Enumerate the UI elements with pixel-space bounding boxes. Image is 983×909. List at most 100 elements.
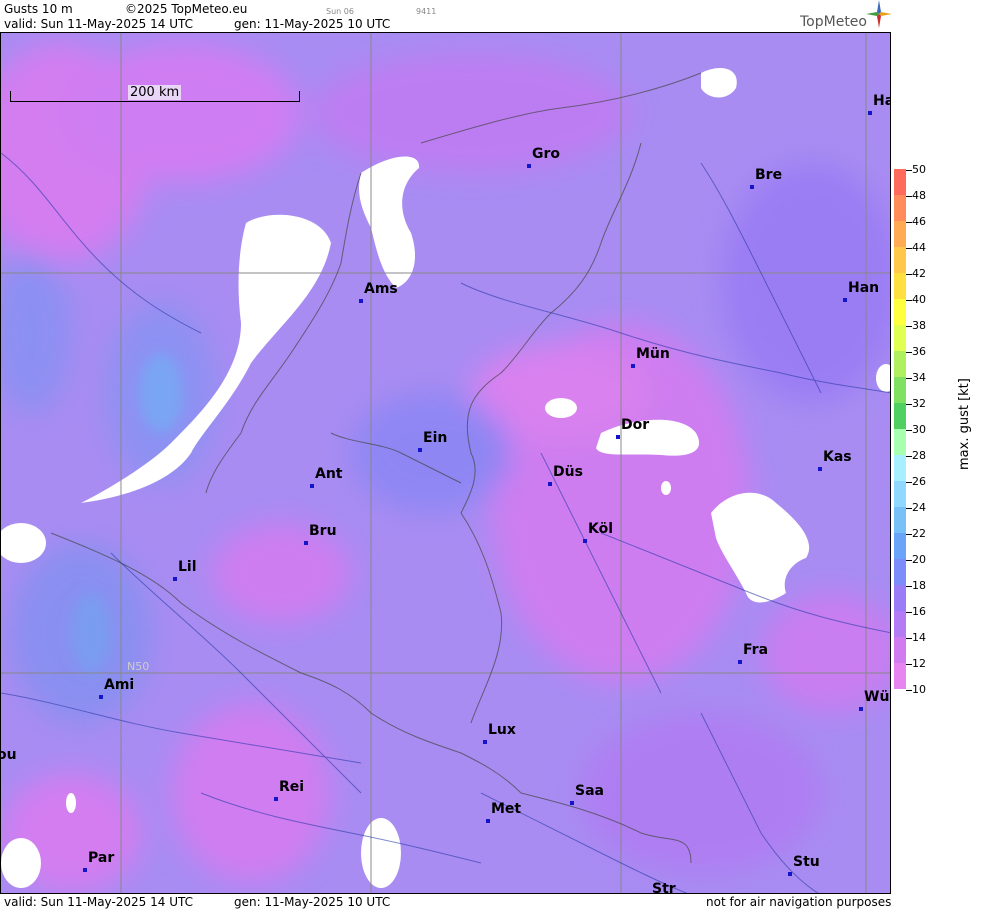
legend-tick-mark: [906, 196, 912, 197]
footer-generated-time: gen: 11-May-2025 10 UTC: [234, 895, 391, 909]
city-marker[interactable]: Dor: [616, 417, 649, 443]
legend-swatch: [894, 611, 906, 637]
legend-tick-label: 10: [912, 683, 926, 696]
legend-tick-label: 18: [912, 579, 926, 592]
gust-map[interactable]: 200 km N50 Ha Gro Bre Ams Han Mün Dor Ei…: [0, 32, 891, 894]
legend-swatch: [894, 533, 906, 559]
legend-tick-mark: [906, 300, 912, 301]
city-marker[interactable]: Han: [843, 280, 879, 306]
legend-tick-label: 28: [912, 449, 926, 462]
legend-tick-mark: [906, 456, 912, 457]
legend-tick-mark: [906, 352, 912, 353]
city-marker[interactable]: Gro: [527, 146, 560, 172]
city-marker[interactable]: Wü: [859, 689, 889, 715]
city-dot: [483, 740, 487, 744]
legend-tick-mark: [906, 274, 912, 275]
city-marker[interactable]: Ami: [99, 677, 134, 703]
city-dot: [486, 819, 490, 823]
legend-swatch: [894, 507, 906, 533]
legend-swatch: [894, 585, 906, 611]
legend-swatch: [894, 351, 906, 377]
city-marker[interactable]: Bre: [750, 167, 782, 193]
latitude-label: N50: [127, 660, 150, 673]
city-dot: [274, 797, 278, 801]
city-dot: [304, 541, 308, 545]
legend-tick-mark: [906, 430, 912, 431]
city-dot: [750, 185, 754, 189]
copyright: ©2025 TopMeteo.eu: [125, 2, 248, 16]
city-marker[interactable]: Stu: [788, 854, 820, 880]
legend-swatch: [894, 455, 906, 481]
legend-tick-label: 40: [912, 293, 926, 306]
legend-tick-label: 12: [912, 657, 926, 670]
legend-tick-label: 26: [912, 475, 926, 488]
legend-swatch: [894, 195, 906, 221]
legend-swatch: [894, 637, 906, 663]
legend-tick-label: 30: [912, 423, 926, 436]
city-dot: [418, 448, 422, 452]
city-marker[interactable]: ou: [1, 747, 17, 773]
legend-tick-label: 16: [912, 605, 926, 618]
city-marker[interactable]: Ams: [359, 281, 398, 307]
legend-swatch: [894, 325, 906, 351]
city-marker[interactable]: Kas: [818, 449, 852, 475]
city-marker[interactable]: Lux: [483, 722, 516, 748]
legend-swatch: [894, 299, 906, 325]
legend-tick-label: 50: [912, 163, 926, 176]
legend-swatch: [894, 247, 906, 273]
city-marker[interactable]: Met: [486, 801, 521, 827]
city-dot: [868, 111, 872, 115]
legend-tick-mark: [906, 690, 912, 691]
legend-tick-mark: [906, 560, 912, 561]
legend-swatch: [894, 221, 906, 247]
product-title: Gusts 10 m: [4, 2, 73, 16]
legend-tick-mark: [906, 248, 912, 249]
legend-tick-label: 22: [912, 527, 926, 540]
legend-tick-mark: [906, 586, 912, 587]
legend-tick-mark: [906, 664, 912, 665]
legend-swatch: [894, 429, 906, 455]
city-marker[interactable]: Ha: [868, 93, 890, 119]
city-marker[interactable]: Düs: [548, 464, 583, 490]
city-marker[interactable]: Par: [83, 850, 114, 876]
compass-star-icon: [866, 0, 892, 28]
city-marker[interactable]: Mün: [631, 346, 670, 372]
legend-tick-mark: [906, 508, 912, 509]
city-dot: [616, 435, 620, 439]
city-marker[interactable]: Köl: [583, 521, 613, 547]
code-label: 9411: [416, 7, 437, 16]
legend-swatch: [894, 559, 906, 585]
city-marker[interactable]: Ein: [418, 430, 447, 456]
legend-swatch: [894, 273, 906, 299]
legend-tick-mark: [906, 534, 912, 535]
city-marker[interactable]: Saa: [570, 783, 604, 809]
city-marker[interactable]: Ant: [310, 466, 343, 492]
city-marker[interactable]: Str: [647, 881, 676, 893]
city-marker[interactable]: Rei: [274, 779, 304, 805]
city-dot: [583, 539, 587, 543]
city-dot: [631, 364, 635, 368]
city-dot: [859, 707, 863, 711]
city-dot: [527, 164, 531, 168]
city-dot: [310, 484, 314, 488]
legend-tick-mark: [906, 404, 912, 405]
legend-tick-mark: [906, 170, 912, 171]
legend-tick-label: 20: [912, 553, 926, 566]
city-dot: [843, 298, 847, 302]
city-dot: [788, 872, 792, 876]
city-marker[interactable]: Fra: [738, 642, 768, 668]
map-field: [1, 33, 890, 893]
legend-tick-label: 36: [912, 345, 926, 358]
topmeteo-logo: TopMeteo: [800, 14, 867, 30]
legend-tick-label: 32: [912, 397, 926, 410]
city-marker[interactable]: Lil: [173, 559, 197, 585]
legend-tick-mark: [906, 612, 912, 613]
legend-tick-label: 48: [912, 189, 926, 202]
legend-tick-mark: [906, 222, 912, 223]
city-marker[interactable]: Bru: [304, 523, 337, 549]
legend-tick-label: 38: [912, 319, 926, 332]
legend-tick-label: 24: [912, 501, 926, 514]
city-dot: [738, 660, 742, 664]
city-dot: [818, 467, 822, 471]
valid-time: valid: Sun 11-May-2025 14 UTC: [4, 17, 193, 31]
